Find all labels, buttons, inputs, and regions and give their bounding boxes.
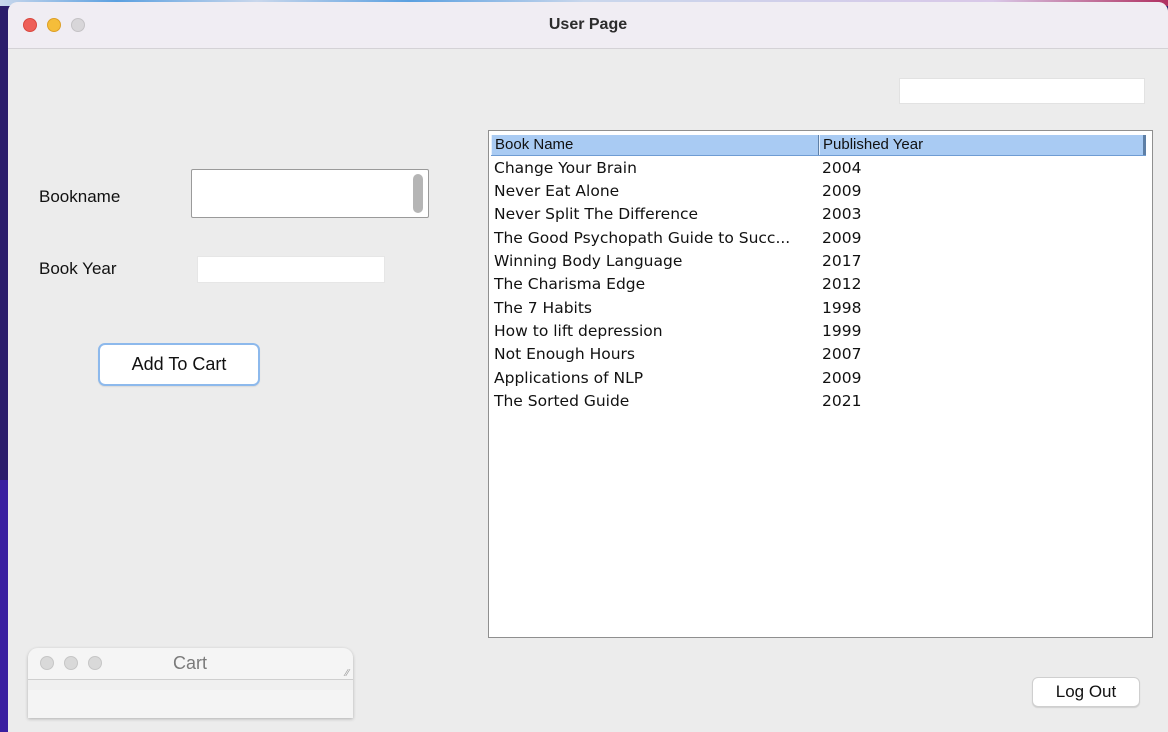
table-row[interactable]: The Good Psychopath Guide to Succ... 200…: [492, 227, 1147, 250]
table-row[interactable]: Applications of NLP 2009: [492, 367, 1147, 390]
table-row[interactable]: Never Split The Difference 2003: [492, 203, 1147, 226]
bookname-text-area[interactable]: [191, 169, 429, 218]
cell-book-name: The Good Psychopath Guide to Succ...: [494, 229, 791, 247]
table-header: Book Name Published Year: [491, 135, 1146, 156]
table-row[interactable]: Winning Body Language 2017: [492, 250, 1147, 273]
table-row[interactable]: The Sorted Guide 2021: [492, 390, 1147, 413]
bookyear-input[interactable]: [197, 256, 385, 283]
cell-published-year: 2003: [822, 205, 862, 223]
cart-minimize-button[interactable]: [64, 656, 78, 670]
cell-book-name: Change Your Brain: [494, 159, 637, 177]
bookyear-label: Book Year: [39, 259, 117, 278]
bookname-scrollbar-thumb[interactable]: [413, 174, 423, 213]
add-to-cart-button[interactable]: Add To Cart: [98, 343, 260, 386]
window-title: User Page: [548, 16, 628, 33]
desktop-background-edge: [0, 480, 8, 732]
bookname-label: Bookname: [39, 187, 121, 206]
table-row[interactable]: Change Your Brain 2004: [492, 157, 1147, 180]
cell-book-name: Never Eat Alone: [494, 182, 620, 200]
cell-book-name: Not Enough Hours: [494, 345, 636, 363]
cell-published-year: 2007: [822, 345, 862, 363]
column-header-published-year[interactable]: Published Year: [819, 135, 1146, 155]
cart-window[interactable]: Cart ∕∕: [28, 648, 353, 718]
cell-published-year: 1999: [822, 322, 862, 340]
search-input[interactable]: [899, 78, 1145, 104]
cell-published-year: 1998: [822, 299, 862, 317]
window-titlebar[interactable]: User Page: [8, 2, 1168, 49]
cell-published-year: 2009: [822, 229, 862, 247]
cart-zoom-button[interactable]: [88, 656, 102, 670]
user-page-window: User Page Bookname Book Year Add To Cart…: [8, 2, 1168, 732]
table-row[interactable]: Never Eat Alone 2009: [492, 180, 1147, 203]
cart-body: [28, 690, 353, 718]
cart-close-button[interactable]: [40, 656, 54, 670]
cell-book-name: Winning Body Language: [494, 252, 683, 270]
resize-grip-icon[interactable]: ∕∕: [346, 668, 349, 679]
cell-published-year: 2017: [822, 252, 862, 270]
cart-titlebar[interactable]: Cart ∕∕: [28, 648, 353, 680]
cart-title: Cart: [173, 653, 208, 673]
cell-book-name: The Sorted Guide: [494, 392, 630, 410]
cell-published-year: 2009: [822, 182, 862, 200]
cell-book-name: Applications of NLP: [494, 369, 644, 387]
cell-book-name: The Charisma Edge: [494, 275, 646, 293]
logout-button[interactable]: Log Out: [1032, 677, 1140, 707]
cell-published-year: 2004: [822, 159, 862, 177]
books-table[interactable]: Book Name Published Year Change Your Bra…: [488, 130, 1153, 638]
table-row[interactable]: The Charisma Edge 2012: [492, 273, 1147, 296]
cell-book-name: How to lift depression: [494, 322, 663, 340]
column-header-book-name[interactable]: Book Name: [491, 135, 819, 155]
table-row[interactable]: How to lift depression 1999: [492, 320, 1147, 343]
table-row[interactable]: The 7 Habits 1998: [492, 297, 1147, 320]
bookname-scrollbar[interactable]: [412, 174, 424, 213]
table-row[interactable]: Not Enough Hours 2007: [492, 343, 1147, 366]
cell-published-year: 2009: [822, 369, 862, 387]
cell-book-name: The 7 Habits: [494, 299, 592, 317]
cell-published-year: 2012: [822, 275, 862, 293]
cell-published-year: 2021: [822, 392, 862, 410]
cell-book-name: Never Split The Difference: [494, 205, 699, 223]
